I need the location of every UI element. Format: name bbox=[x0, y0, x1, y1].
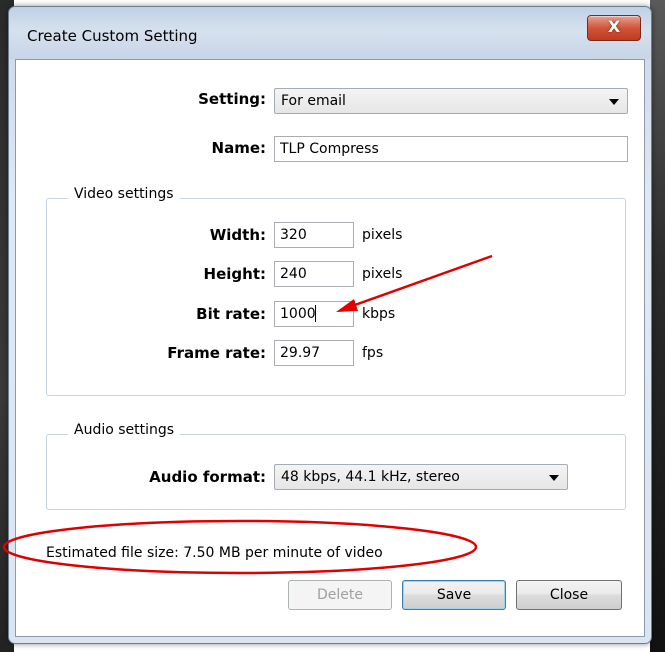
annotation-arrow bbox=[336, 254, 493, 312]
annotation-overlay bbox=[2, 254, 493, 575]
annotation-ellipse bbox=[2, 519, 478, 575]
